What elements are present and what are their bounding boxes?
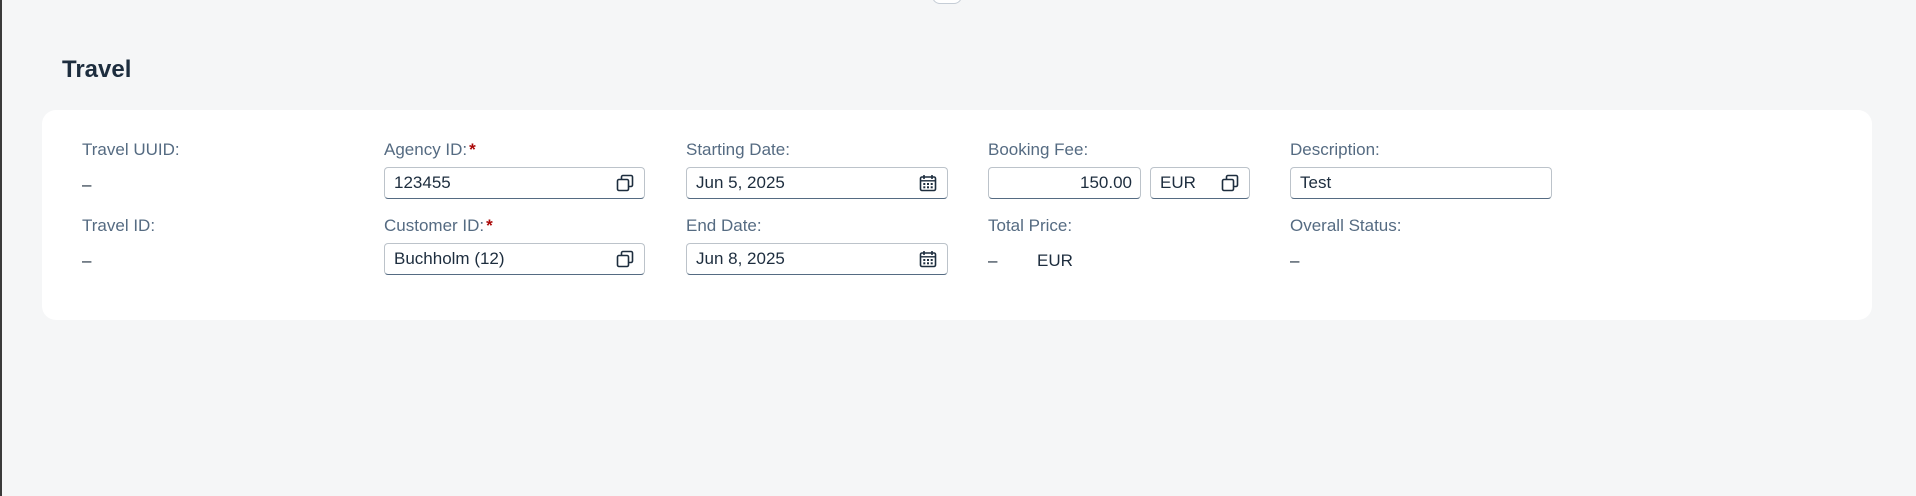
- customer-id-label-text: Customer ID:: [384, 216, 485, 235]
- travel-uuid-field: Travel UUID:: [82, 139, 180, 161]
- total-price-value: –: [988, 251, 998, 270]
- booking-fee-label: Booking Fee:: [988, 140, 1089, 159]
- section-title: Travel: [62, 56, 132, 83]
- calendar-icon[interactable]: [917, 172, 939, 194]
- end-date-label: End Date:: [686, 216, 762, 235]
- required-indicator: *: [469, 140, 476, 159]
- collapse-header-handle[interactable]: [932, 0, 962, 4]
- total-price-field: Total Price:: [988, 215, 1072, 237]
- overall-status-value: –: [1290, 251, 1300, 270]
- booking-fee-input-value[interactable]: 150.00: [998, 173, 1132, 193]
- booking-fee-input[interactable]: 150.00: [988, 167, 1141, 199]
- end-date-picker[interactable]: Jun 8, 2025: [686, 243, 948, 275]
- agency-id-input[interactable]: 123455: [384, 167, 645, 199]
- overall-status-field: Overall Status:: [1290, 215, 1402, 237]
- starting-date-label: Starting Date:: [686, 140, 790, 159]
- customer-id-input[interactable]: Buchholm (12): [384, 243, 645, 275]
- value-help-icon[interactable]: [614, 248, 636, 270]
- customer-id-label: Customer ID: *: [384, 215, 493, 237]
- total-price-label: Total Price:: [988, 216, 1073, 235]
- calendar-icon[interactable]: [917, 248, 939, 270]
- starting-date-input-value[interactable]: Jun 5, 2025: [696, 173, 917, 193]
- value-help-icon[interactable]: [1219, 172, 1241, 194]
- description-input-value[interactable]: Test: [1300, 173, 1543, 193]
- agency-id-field: Agency ID: *: [384, 139, 476, 161]
- description-label: Description:: [1290, 140, 1380, 159]
- agency-id-input-value[interactable]: 123455: [394, 173, 614, 193]
- booking-fee-field: Booking Fee:: [988, 139, 1088, 161]
- required-indicator: *: [486, 216, 493, 235]
- travel-id-value: –: [82, 251, 92, 270]
- travel-form-card: Travel UUID: – Travel ID: – Agency ID: * …: [42, 110, 1872, 320]
- end-date-field: End Date:: [686, 215, 762, 237]
- total-price-currency: EUR: [1037, 251, 1073, 270]
- window-left-border: [0, 0, 2, 496]
- travel-uuid-value: –: [82, 175, 92, 194]
- customer-id-field: Customer ID: *: [384, 215, 493, 237]
- travel-id-field: Travel ID:: [82, 215, 155, 237]
- description-input[interactable]: Test: [1290, 167, 1552, 199]
- agency-id-label-text: Agency ID:: [384, 140, 468, 159]
- booking-fee-currency-input[interactable]: EUR: [1150, 167, 1250, 199]
- overall-status-label: Overall Status:: [1290, 216, 1402, 235]
- booking-fee-currency-value[interactable]: EUR: [1160, 173, 1219, 193]
- agency-id-label: Agency ID: *: [384, 139, 476, 161]
- end-date-input-value[interactable]: Jun 8, 2025: [696, 249, 917, 269]
- starting-date-field: Starting Date:: [686, 139, 790, 161]
- description-field: Description:: [1290, 139, 1380, 161]
- travel-uuid-label: Travel UUID:: [82, 140, 180, 159]
- starting-date-picker[interactable]: Jun 5, 2025: [686, 167, 948, 199]
- customer-id-input-value[interactable]: Buchholm (12): [394, 249, 614, 269]
- travel-id-label: Travel ID:: [82, 216, 156, 235]
- value-help-icon[interactable]: [614, 172, 636, 194]
